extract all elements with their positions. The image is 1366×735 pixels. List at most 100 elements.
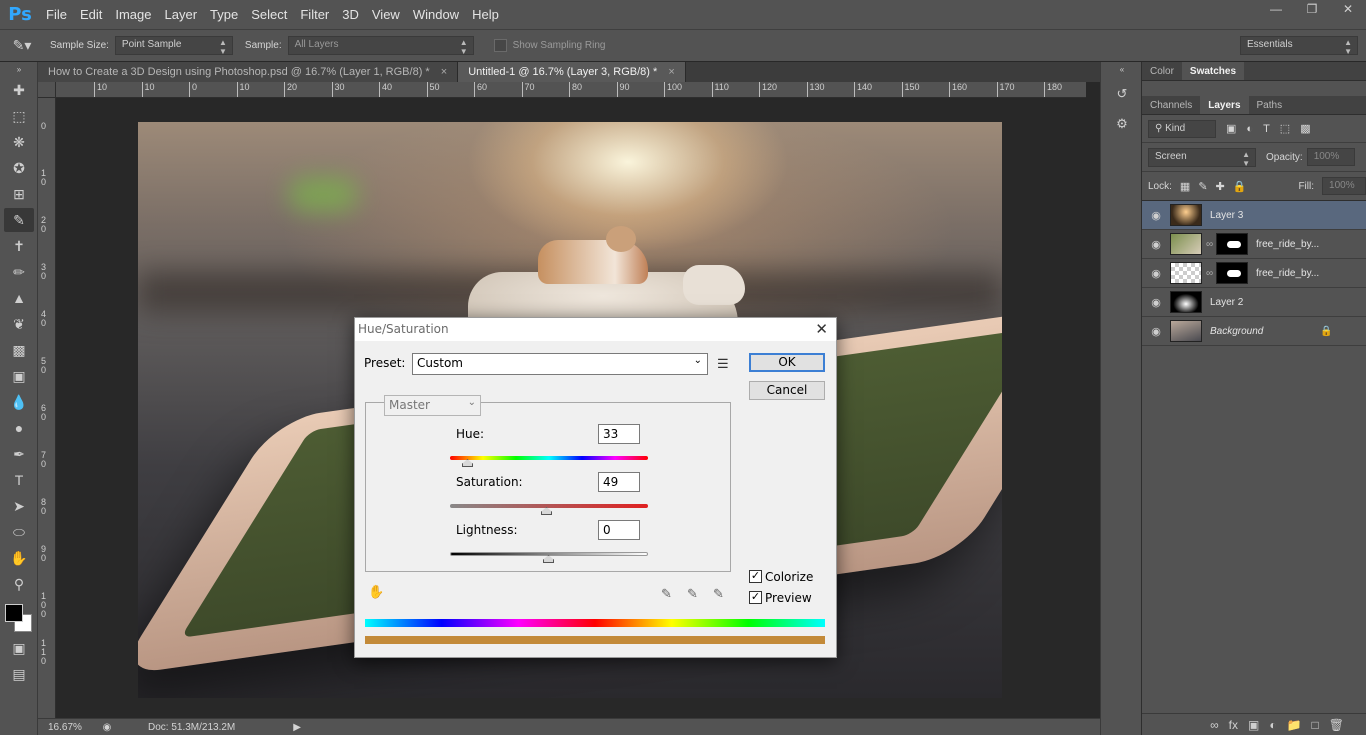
link-layers-icon[interactable]: ∞ (1210, 718, 1219, 732)
menu-filter[interactable]: Filter (300, 7, 329, 22)
hand-tool-icon[interactable]: ✋ (4, 546, 34, 570)
tab-paths[interactable]: Paths (1249, 96, 1291, 114)
sample-select[interactable]: All Layers ▲ ▼ (287, 36, 474, 56)
zoom-level[interactable]: 16.67% (48, 722, 92, 733)
targeted-adjustment-hand-icon[interactable]: ✋ (368, 584, 384, 600)
menu-edit[interactable]: Edit (80, 7, 102, 22)
zoom-tool-icon[interactable]: ⚲ (4, 572, 34, 596)
eyedropper-icon[interactable]: ✎ (661, 586, 672, 602)
dodge-tool-icon[interactable]: ● (4, 416, 34, 440)
blur-tool-icon[interactable]: 💧 (4, 390, 34, 414)
opacity-field[interactable]: 100% (1306, 148, 1355, 166)
cancel-button[interactable]: Cancel (749, 381, 825, 400)
visibility-eye-icon[interactable]: ◉ (1142, 296, 1170, 309)
type-tool-icon[interactable]: T (4, 468, 34, 492)
new-layer-icon[interactable]: □ (1312, 718, 1319, 732)
close-icon[interactable]: × (441, 66, 447, 78)
collapse-icon[interactable]: « (1105, 64, 1139, 76)
menu-file[interactable]: File (46, 7, 67, 22)
gradient-tool-icon[interactable]: ▣ (4, 364, 34, 388)
clone-stamp-tool-icon[interactable]: ▲ (4, 286, 34, 310)
tab-swatches[interactable]: Swatches (1181, 62, 1245, 80)
eyedropper-plus-icon[interactable]: ✎ (687, 586, 698, 602)
tab-color[interactable]: Color (1142, 62, 1182, 80)
delete-layer-icon[interactable]: 🗑 (1329, 718, 1344, 732)
hue-slider-track[interactable] (450, 456, 648, 460)
menu-view[interactable]: View (372, 7, 400, 22)
lasso-tool-icon[interactable]: ❋ (4, 130, 34, 154)
lightness-slider-track[interactable] (450, 552, 648, 556)
screen-mode-icon[interactable]: ▤ (4, 662, 34, 686)
ok-button[interactable]: OK (749, 353, 825, 372)
menu-layer[interactable]: Layer (165, 7, 198, 22)
tab-untitled-1[interactable]: Untitled-1 @ 16.7% (Layer 3, RGB/8) * × (458, 62, 686, 82)
lightness-field[interactable]: 0 (598, 520, 640, 540)
eyedropper-tool-icon[interactable]: ✎ (4, 208, 34, 232)
close-icon[interactable]: ✕ (815, 318, 828, 341)
visibility-eye-icon[interactable]: ◉ (1142, 238, 1170, 251)
tab-document-psd[interactable]: How to Create a 3D Design using Photosho… (38, 62, 459, 82)
channel-select[interactable]: Master ⌄ (384, 395, 481, 416)
saturation-slider-track[interactable] (450, 504, 648, 508)
pen-tool-icon[interactable]: ✒ (4, 442, 34, 466)
layer-row-background[interactable]: ◉ Background 🔒 (1142, 317, 1366, 346)
show-sampling-ring-checkbox[interactable] (493, 39, 507, 52)
tab-layers[interactable]: Layers (1200, 96, 1249, 114)
lock-all-icon[interactable]: 🔒 (1233, 180, 1247, 193)
lock-transparent-icon[interactable]: ▦ (1180, 180, 1190, 193)
menu-help[interactable]: Help (472, 7, 499, 22)
marquee-tool-icon[interactable]: ⬚ (4, 104, 34, 128)
foreground-color-swatch[interactable] (5, 604, 23, 622)
chain-link-icon[interactable]: ∞ (1206, 268, 1216, 279)
add-mask-icon[interactable]: ▣ (1248, 718, 1259, 732)
close-icon[interactable]: × (668, 66, 674, 78)
colorize-checkbox[interactable]: ✓ (749, 570, 762, 583)
eyedropper-tool-preset-icon[interactable]: ✎▾ (0, 37, 44, 54)
color-swatches[interactable] (0, 598, 38, 634)
menu-3d[interactable]: 3D (342, 7, 359, 22)
adjustment-filter-icon[interactable]: ◐ (1246, 123, 1253, 135)
workspace-select[interactable]: Essentials ▲ ▼ (1240, 36, 1358, 56)
chain-link-icon[interactable]: ∞ (1206, 239, 1216, 250)
visibility-eye-icon[interactable]: ◉ (1142, 325, 1170, 338)
lock-position-icon[interactable]: ✚ (1216, 180, 1225, 193)
blend-mode-select[interactable]: Screen ▲ ▼ (1148, 147, 1256, 168)
history-brush-tool-icon[interactable]: ❦ (4, 312, 34, 336)
properties-panel-icon[interactable]: ⚙ (1105, 112, 1139, 136)
tab-channels[interactable]: Channels (1142, 96, 1200, 114)
new-group-icon[interactable]: 📁 (1287, 718, 1302, 732)
path-selection-tool-icon[interactable]: ➤ (4, 494, 34, 518)
sample-size-select[interactable]: Point Sample ▲ ▼ (114, 36, 233, 56)
lock-paint-icon[interactable]: ✎ (1198, 180, 1207, 193)
menu-window[interactable]: Window (413, 7, 459, 22)
layer-row-free-ride-2[interactable]: ◉ ∞ free_ride_by... (1142, 259, 1366, 288)
collapse-icon[interactable]: » (4, 64, 34, 76)
quick-select-tool-icon[interactable]: ✪ (4, 156, 34, 180)
type-filter-icon[interactable]: T (1263, 123, 1270, 135)
brush-tool-icon[interactable]: ✏ (4, 260, 34, 284)
layer-row-layer-3[interactable]: ◉ Layer 3 (1142, 201, 1366, 230)
healing-brush-tool-icon[interactable]: ✝ (4, 234, 34, 258)
smart-object-filter-icon[interactable]: ▩ (1300, 122, 1310, 135)
close-icon[interactable]: ✕ (1330, 0, 1366, 20)
preset-select[interactable]: Custom ⌄ (412, 353, 708, 375)
history-panel-icon[interactable]: ↺ (1105, 82, 1139, 106)
quick-mask-icon[interactable]: ▣ (4, 636, 34, 660)
minimize-icon[interactable]: — (1258, 0, 1294, 20)
preset-options-icon[interactable]: ☰ (717, 356, 729, 372)
visibility-eye-icon[interactable]: ◉ (1142, 267, 1170, 280)
hue-field[interactable]: 33 (598, 424, 640, 444)
preview-checkbox[interactable]: ✓ (749, 591, 762, 604)
crop-tool-icon[interactable]: ⊞ (4, 182, 34, 206)
visibility-eye-icon[interactable]: ◉ (1142, 209, 1170, 222)
layer-row-free-ride-1[interactable]: ◉ ∞ free_ride_by... (1142, 230, 1366, 259)
kind-filter-select[interactable]: ⚲ Kind (1148, 119, 1216, 138)
layer-mask-thumbnail[interactable] (1216, 233, 1248, 255)
status-menu-icon[interactable]: ▶ (293, 722, 301, 733)
menu-select[interactable]: Select (251, 7, 287, 22)
dialog-title-bar[interactable]: Hue/Saturation ✕ (355, 318, 836, 341)
adjustment-layer-icon[interactable]: ◐ (1269, 718, 1276, 732)
layer-style-icon[interactable]: fx (1229, 718, 1238, 732)
restore-icon[interactable]: ❐ (1294, 0, 1330, 20)
eraser-tool-icon[interactable]: ▩ (4, 338, 34, 362)
